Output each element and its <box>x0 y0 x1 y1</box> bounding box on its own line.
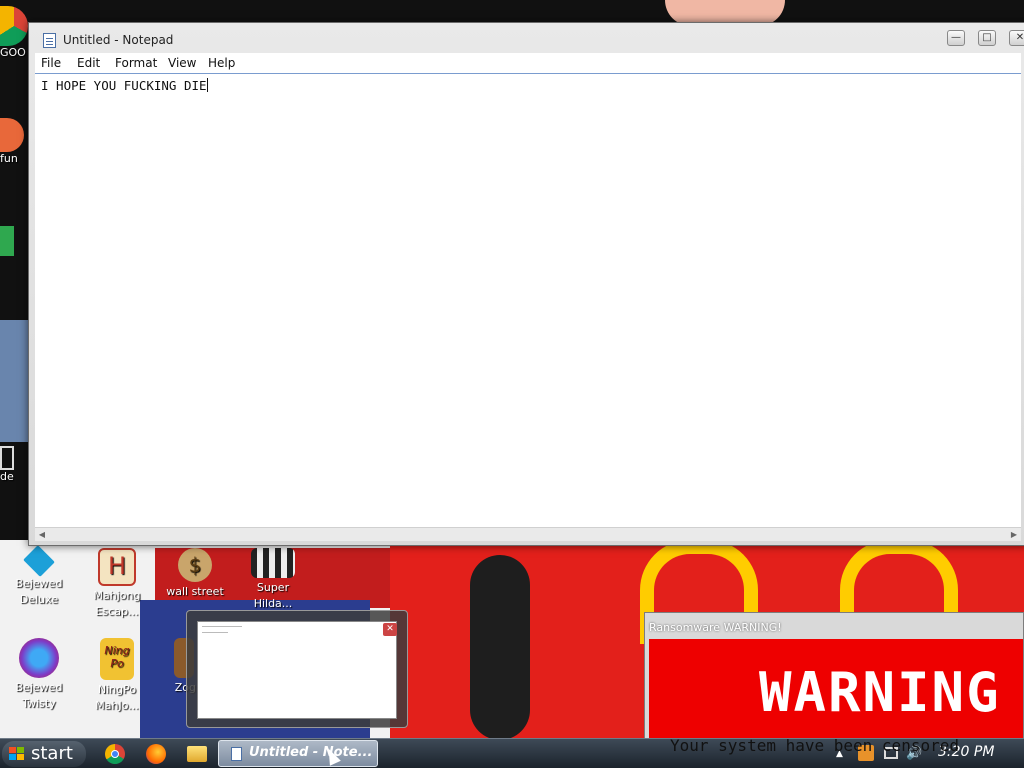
ningpo-tile-icon: Ning Po <box>100 638 134 680</box>
menu-view[interactable]: View <box>168 56 196 70</box>
file-icon <box>0 446 14 470</box>
menu-bar: File Edit Format View Help <box>35 53 1021 74</box>
desktop-icon-label: Super Hilda... <box>253 581 293 610</box>
desktop-icon-label: Mahjong Escap... <box>93 589 141 618</box>
menu-file[interactable]: File <box>41 56 61 70</box>
desktop-icon-label: de <box>0 470 14 483</box>
editor-content: I HOPE YOU FUCKING DIE <box>41 78 207 93</box>
desktop-icon-google[interactable]: GOO <box>0 6 30 59</box>
desktop-icon-label: fun <box>0 152 18 165</box>
desktop-icon-label: Bejewed Twisty <box>15 681 63 710</box>
diamond-icon <box>23 545 55 577</box>
scroll-right-arrow-icon[interactable]: ▶ <box>1008 529 1020 540</box>
desktop-icon-ningpo-mahjong[interactable]: Ning Po NingPo MahJo... <box>82 638 152 714</box>
scroll-left-arrow-icon[interactable]: ◀ <box>36 529 48 540</box>
desktop-icon-super-hilda[interactable]: Super Hilda... <box>238 548 308 612</box>
thumbnail-text-line <box>202 632 228 633</box>
ransomware-body: WARNING <box>649 639 1023 741</box>
minimize-button[interactable]: — <box>947 30 965 46</box>
desktop-icon-fun[interactable]: fun <box>0 118 30 165</box>
ransomware-window[interactable]: Ransomware WARNING! WARNING <box>644 612 1024 742</box>
desktop-icon-bejeweled-twisty[interactable]: Bejewed Twisty <box>4 638 74 712</box>
notepad-window[interactable]: Untitled - Notepad — □ ✕ File Edit Forma… <box>28 22 1024 546</box>
game-icon <box>251 548 295 578</box>
desktop-icon-h[interactable] <box>0 226 30 256</box>
horizontal-scrollbar[interactable]: ◀ ▶ <box>35 527 1021 541</box>
notepad-icon <box>43 33 56 48</box>
firefox-taskbar-icon[interactable] <box>146 744 166 764</box>
thumbnail-close-button[interactable]: ✕ <box>383 623 397 636</box>
task-label: Untitled - Note... <box>249 745 371 760</box>
ransomware-title: Ransomware WARNING! <box>649 621 782 634</box>
notepad-icon <box>231 747 242 761</box>
menu-help[interactable]: Help <box>208 56 235 70</box>
desktop-icon-bejeweled-deluxe[interactable]: Bejewed Deluxe <box>4 545 74 608</box>
money-bag-icon: $ <box>178 548 212 582</box>
notepad-titlebar[interactable]: Untitled - Notepad — □ ✕ <box>29 23 1024 53</box>
taskbar-notepad-task[interactable]: Untitled - Note... <box>218 740 378 767</box>
desktop-icon-label: Bejewed Deluxe <box>15 577 63 606</box>
start-button[interactable]: start <box>2 741 86 767</box>
mahjong-tile-icon: H <box>98 548 136 586</box>
taskbar-thumbnail-preview[interactable]: ✕ <box>186 610 408 728</box>
ransomware-message: Your system have been censored <box>670 736 959 755</box>
text-editor[interactable]: I HOPE YOU FUCKING DIE <box>35 74 1021 528</box>
text-caret <box>206 78 208 92</box>
desktop-icon-label: NingPo MahJo... <box>95 683 139 712</box>
start-label: start <box>31 743 73 764</box>
editor-text: I HOPE YOU FUCKING DIE <box>41 78 208 93</box>
desktop-icon-wall-street[interactable]: $ wall street <box>160 548 230 600</box>
app-icon <box>0 118 24 152</box>
menu-format[interactable]: Format <box>115 56 157 70</box>
menu-edit[interactable]: Edit <box>77 56 100 70</box>
maximize-button[interactable]: □ <box>978 30 996 46</box>
desktop-icon-mahjong-escape[interactable]: H Mahjong Escap... <box>82 548 152 620</box>
wallpaper-figure <box>470 555 530 738</box>
google-icon <box>0 6 28 46</box>
thumbnail-window[interactable] <box>197 621 397 719</box>
gem-icon <box>19 638 59 678</box>
windows-logo-icon <box>9 747 25 761</box>
warning-heading: WARNING <box>759 661 1001 724</box>
app-icon <box>0 226 14 256</box>
window-title: Untitled - Notepad <box>63 33 174 47</box>
desktop-selected-icon[interactable] <box>0 320 28 442</box>
desktop-icon-label: GOO <box>0 46 26 59</box>
desktop-icon-de[interactable]: de <box>0 446 30 483</box>
chrome-taskbar-icon[interactable] <box>105 744 125 764</box>
close-button[interactable]: ✕ <box>1009 30 1024 46</box>
file-explorer-taskbar-icon[interactable] <box>187 746 207 762</box>
desktop-icon-label: wall street <box>166 585 224 598</box>
thumbnail-menu-line <box>202 626 242 627</box>
